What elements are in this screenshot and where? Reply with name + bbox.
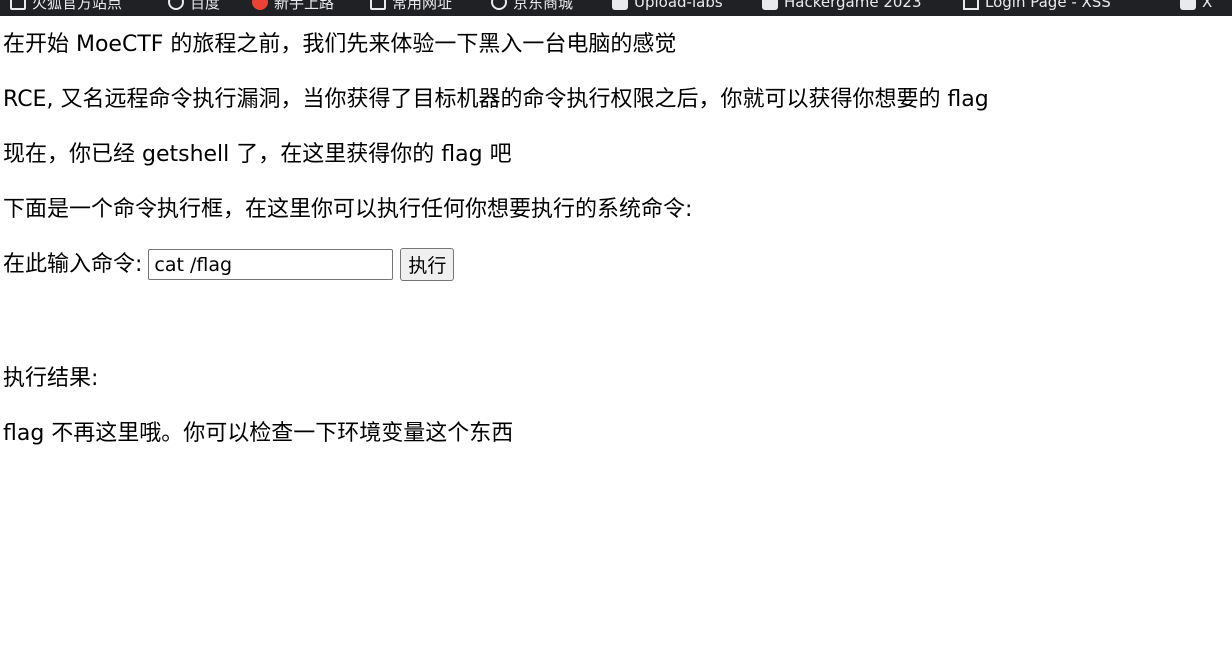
bookmark-item[interactable]: Login Page - XSS <box>963 0 1111 13</box>
result-label: 执行结果: <box>3 366 99 391</box>
rce-description: RCE, 又名远程命令执行漏洞，当你获得了目标机器的命令执行权限之后，你就可以获… <box>3 87 989 112</box>
bookmark-item[interactable]: Hackergame 2023 <box>762 0 922 13</box>
bookmarks-bar: 火狐官方站点 百度 新手上路 常用网址 京东商城 Upload-labs Hac… <box>0 0 1232 16</box>
red-dot-icon <box>252 0 268 10</box>
result-text: flag 不再这里哦。你可以检查一下环境变量这个东西 <box>3 421 514 446</box>
bookmark-label: 常用网址 <box>392 0 453 12</box>
command-form: 在此输入命令: 执行 <box>3 248 455 281</box>
bookmark-site-icon <box>1180 0 1196 10</box>
bookmark-label: Login Page - XSS <box>985 0 1111 11</box>
bookmark-label: 百度 <box>190 0 221 12</box>
bookmark-item[interactable]: 百度 <box>168 0 220 13</box>
folder-icon <box>10 0 26 10</box>
bookmark-site-icon <box>612 0 628 10</box>
bookmark-item[interactable]: 火狐官方站点 <box>10 0 122 13</box>
folder-icon <box>370 0 386 10</box>
intro-text: 在开始 MoeCTF 的旅程之前，我们先来体验一下黑入一台电脑的感觉 <box>3 32 677 57</box>
bookmark-label: X <box>1202 0 1213 11</box>
globe-icon <box>168 0 184 10</box>
command-label: 在此输入命令: <box>3 251 143 277</box>
bookmark-label: Upload-labs <box>634 0 723 11</box>
command-box-description: 下面是一个命令执行框，在这里你可以执行任何你想要执行的系统命令: <box>3 197 693 222</box>
bookmark-item[interactable]: 新手上路 <box>252 0 334 13</box>
bookmark-label: 新手上路 <box>274 0 335 12</box>
getshell-text: 现在，你已经 getshell 了，在这里获得你的 flag 吧 <box>3 142 512 167</box>
bookmark-item[interactable]: X <box>1180 0 1212 13</box>
bookmark-label: 火狐官方站点 <box>32 0 123 12</box>
bookmark-item[interactable]: 京东商城 <box>491 0 573 13</box>
bookmark-label: Hackergame 2023 <box>784 0 922 11</box>
bookmark-site-icon <box>762 0 778 10</box>
globe-icon <box>491 0 507 10</box>
bookmark-item[interactable]: 常用网址 <box>370 0 452 13</box>
command-input[interactable] <box>148 249 394 280</box>
bookmark-item[interactable]: Upload-labs <box>612 0 723 13</box>
bookmark-label: 京东商城 <box>513 0 574 12</box>
document-icon <box>963 0 979 10</box>
execute-button[interactable]: 执行 <box>400 248 455 281</box>
